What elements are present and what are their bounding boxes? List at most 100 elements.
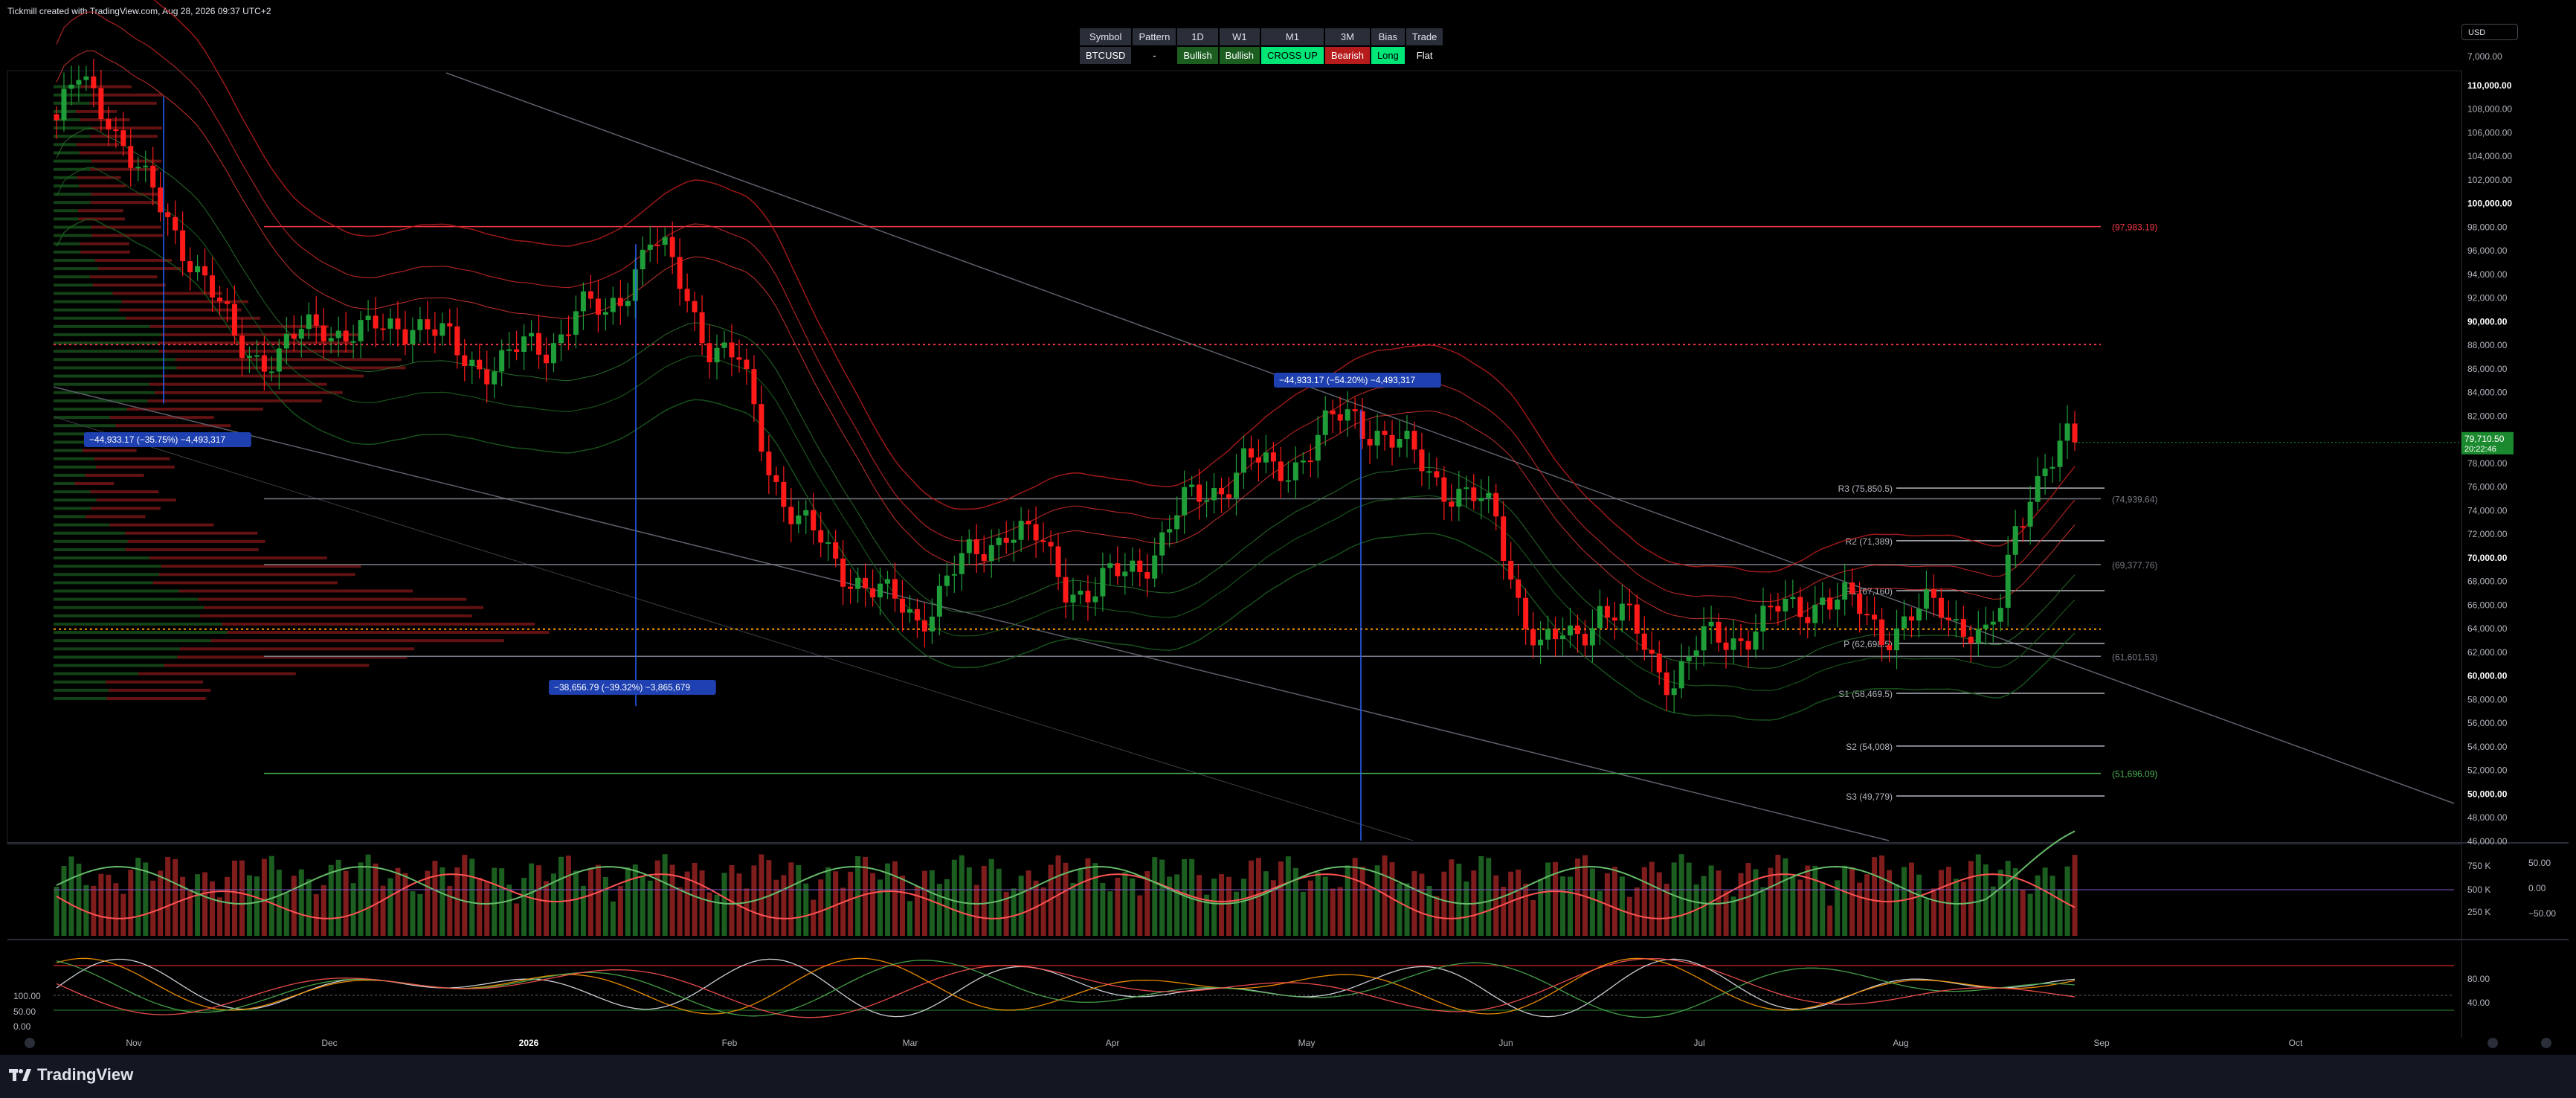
candle-body <box>1426 471 1432 473</box>
candle-body <box>1701 626 1707 651</box>
candle-body <box>1857 593 1863 614</box>
volume-bar <box>951 859 957 936</box>
candle-body <box>380 328 386 330</box>
volume-profile-bar <box>54 688 109 692</box>
candle-body <box>521 336 527 352</box>
volume-bar <box>521 878 527 936</box>
volume-bar <box>1263 871 1269 936</box>
volume-bar <box>1419 873 1425 936</box>
volume-profile-bar <box>54 473 86 477</box>
volume-profile-bar <box>54 93 92 97</box>
candle-body <box>1456 489 1462 507</box>
price-chart[interactable]: (97,983.19) R3 (75,850.5) (74,939.64) R2 (7… <box>0 0 2576 1055</box>
candle-body <box>736 357 742 360</box>
footer-bar: TradingView <box>0 1055 2576 1098</box>
volume-bar <box>1968 861 1974 936</box>
volume-bar <box>1182 858 1188 936</box>
volume-bar <box>113 883 119 936</box>
volume-right-label: 0.00 <box>2528 883 2546 893</box>
volume-bar <box>239 860 245 936</box>
volume-bar <box>573 870 579 936</box>
candle-body <box>291 333 297 339</box>
candle-body <box>224 301 230 304</box>
volume-bar <box>2049 876 2055 936</box>
level-label: S3 (49,779) <box>1846 792 1893 802</box>
candle-body <box>217 297 223 302</box>
candle-body <box>1070 594 1076 603</box>
candle-body <box>1723 642 1729 650</box>
volume-bar <box>283 893 289 936</box>
candle-body <box>410 330 416 344</box>
candle-body <box>551 343 557 364</box>
volume-profile-bar <box>54 300 122 304</box>
candle-body <box>848 586 854 589</box>
candle-body <box>885 579 891 584</box>
volume-bar <box>165 856 171 936</box>
volume-bar <box>106 874 112 936</box>
volume-bar <box>1723 890 1729 936</box>
candle-body <box>1775 606 1781 611</box>
price-axis-label: 56,000.00 <box>2467 718 2508 728</box>
volume-bar <box>759 854 764 936</box>
volume-bar <box>936 884 942 936</box>
volume-profile-bar <box>54 565 161 568</box>
price-axis-label: 78,000.00 <box>2467 458 2508 469</box>
volume-profile-bar <box>54 193 91 196</box>
volume-bar <box>1025 870 1031 936</box>
price-axis-label: 100,000.00 <box>2467 199 2512 209</box>
volume-bar <box>1219 874 1225 936</box>
price-axis-label: 76,000.00 <box>2467 482 2508 492</box>
time-axis-label: Sep <box>2093 1038 2110 1048</box>
volume-profile-bar <box>80 151 129 155</box>
volume-bar <box>848 871 854 936</box>
candle-body <box>1018 521 1024 540</box>
candle-body <box>1278 461 1284 481</box>
time-axis-label: Feb <box>722 1038 738 1048</box>
volume-bar <box>1478 855 1484 936</box>
candle-body <box>692 301 698 312</box>
oscillator-right-label: 80.00 <box>2467 974 2490 984</box>
volume-axis-label: 250 K <box>2467 907 2490 917</box>
volume-bar <box>1768 867 1774 936</box>
candle-body <box>1204 500 1210 502</box>
volume-profile-bar <box>54 531 126 535</box>
volume-profile-bar <box>54 350 159 353</box>
volume-bar <box>1441 871 1447 936</box>
candle-body <box>1174 515 1180 530</box>
volume-profile-bar <box>54 589 180 593</box>
level-label: P (62,698.5) <box>1844 639 1893 649</box>
candle-body <box>1530 629 1536 646</box>
candle-body <box>1486 492 1492 498</box>
volume-bar <box>1040 887 1046 936</box>
candle-body <box>1025 521 1031 524</box>
volume-bar <box>766 860 772 936</box>
candle-body <box>1092 596 1098 603</box>
candle-body <box>1508 560 1514 580</box>
volume-profile-bar <box>54 664 164 667</box>
volume-bar <box>1107 891 1113 936</box>
candle-body <box>677 257 683 289</box>
current-price-value: 79,710.50 <box>2464 434 2505 444</box>
candle-body <box>499 350 505 372</box>
volume-profile-bar <box>54 614 200 617</box>
volume-bar <box>1864 874 1870 936</box>
settings-icon[interactable] <box>2541 1038 2551 1048</box>
candle-body <box>1048 542 1054 547</box>
volume-profile-bar <box>54 416 110 420</box>
candle-body <box>387 318 393 329</box>
tradingview-logo[interactable]: TradingView <box>9 1065 133 1085</box>
volume-profile-bar <box>91 193 161 196</box>
measure-label: −44,933.17 (−54.20%) −4,493,317 <box>1279 375 1415 385</box>
volume-bar <box>878 879 883 936</box>
candle-body <box>788 507 794 524</box>
goto-start-icon[interactable] <box>25 1038 35 1048</box>
candle-body <box>1908 616 1914 621</box>
volume-profile-bar <box>125 548 259 551</box>
volume-profile-bar <box>80 242 129 245</box>
auto-scale-icon[interactable] <box>2488 1038 2498 1048</box>
volume-profile-bar <box>159 573 355 577</box>
volume-bar <box>120 893 126 936</box>
volume-bar <box>1797 879 1803 936</box>
volume-profile-bar <box>96 465 175 469</box>
volume-bar <box>973 884 979 936</box>
